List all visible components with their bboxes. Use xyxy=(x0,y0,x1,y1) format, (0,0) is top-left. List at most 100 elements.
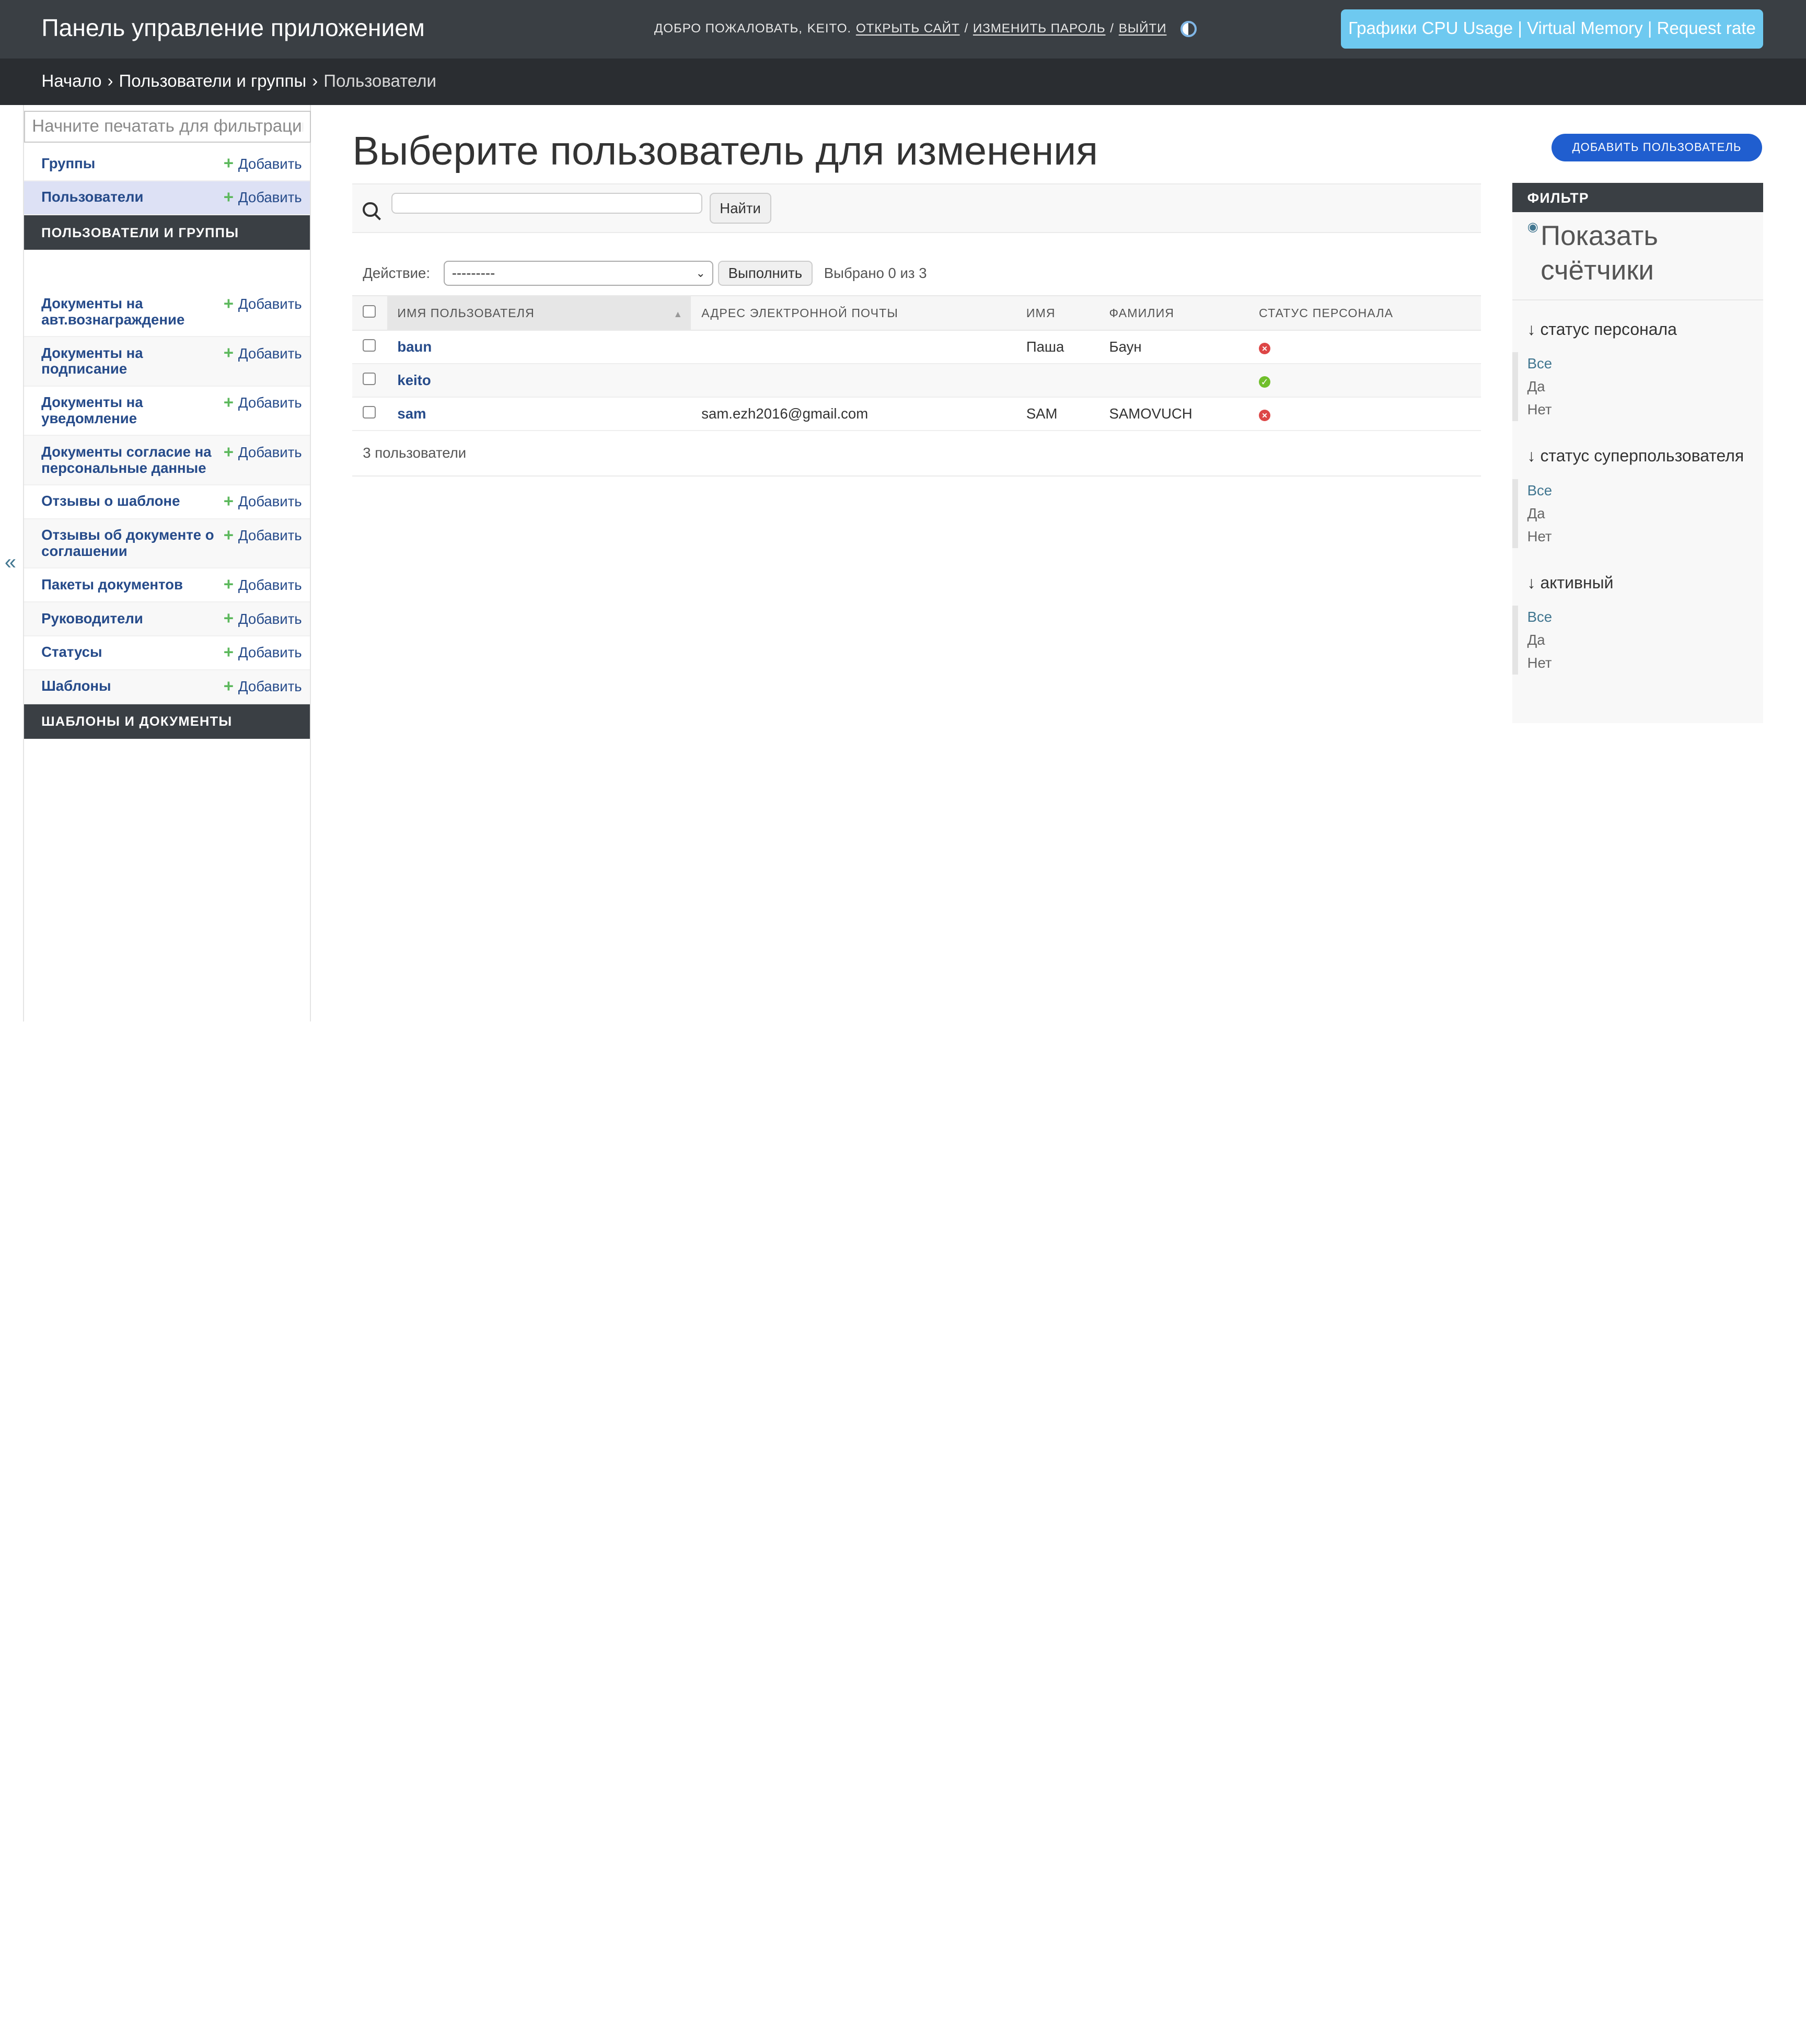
page-title: Выберите пользователь для изменения xyxy=(352,128,1098,173)
breadcrumb: Начало › Пользователи и группы › Пользов… xyxy=(0,59,1806,105)
filter-option[interactable]: Да xyxy=(1527,629,1749,652)
filter-option[interactable]: Да xyxy=(1527,375,1749,398)
sidebar-item-label[interactable]: Руководители xyxy=(41,610,143,627)
add-link[interactable]: + Добавить xyxy=(224,493,302,510)
filter-option[interactable]: Нет xyxy=(1527,652,1749,675)
plus-icon: + xyxy=(223,188,234,207)
change-password-link[interactable]: Изменить пароль xyxy=(973,21,1106,36)
username-link[interactable]: keito xyxy=(397,372,431,388)
sidebar-item-doc-packages[interactable]: Пакеты документов + Добавить xyxy=(24,568,310,603)
add-link[interactable]: + Добавить xyxy=(224,155,302,172)
column-header-staff-status[interactable]: Статус персонала xyxy=(1248,295,1481,331)
add-link[interactable]: + Добавить xyxy=(224,295,302,312)
welcome-text: Добро пожаловать, xyxy=(654,21,803,36)
add-link[interactable]: + Добавить xyxy=(223,575,302,595)
plus-icon: + xyxy=(223,575,234,595)
add-link[interactable]: + Добавить xyxy=(224,394,302,411)
arrow-down-icon: ↓ xyxy=(1527,319,1536,339)
section-caption-auth[interactable]: Пользователи и группы xyxy=(24,215,310,250)
sidebar-item-label[interactable]: Документы на подписание xyxy=(41,345,214,378)
show-counts-link[interactable]: ◉ Показать счётчики xyxy=(1512,212,1764,301)
sort-arrow-icon[interactable]: ▲ xyxy=(673,309,683,320)
row-checkbox[interactable] xyxy=(363,372,376,385)
section-caption-docs[interactable]: Шаблоны и документы xyxy=(24,704,310,739)
action-select[interactable]: --------- ⌄ xyxy=(444,260,714,286)
table-row: baun Паша Баун × xyxy=(352,330,1481,365)
column-header-first-name[interactable]: Имя xyxy=(1015,295,1099,331)
filter-option[interactable]: Все xyxy=(1527,352,1749,375)
row-checkbox[interactable] xyxy=(363,339,376,352)
first-name-cell xyxy=(1015,364,1099,398)
add-link[interactable]: + Добавить xyxy=(224,678,302,695)
sidebar-item-users[interactable]: Пользователи + Добавить xyxy=(24,181,310,215)
graphs-button[interactable]: Графики CPU Usage | Virtual Memory | Req… xyxy=(1340,9,1764,49)
theme-toggle-icon[interactable] xyxy=(1180,20,1197,37)
arrow-down-icon: ↓ xyxy=(1527,446,1536,466)
last-name-cell xyxy=(1098,364,1249,398)
run-action-button[interactable]: Выполнить xyxy=(718,260,813,286)
column-header-email[interactable]: Адрес электронной почты xyxy=(691,295,1016,331)
sidebar-collapse-button[interactable]: « xyxy=(5,551,16,574)
table-row: keito ✓ xyxy=(352,364,1481,398)
sidebar-item-templates[interactable]: Шаблоны + Добавить xyxy=(24,670,310,704)
sidebar-item-statuses[interactable]: Статусы + Добавить xyxy=(24,636,310,670)
add-link[interactable]: + Добавить xyxy=(224,644,302,661)
add-link[interactable]: + Добавить xyxy=(224,610,302,628)
no-icon: × xyxy=(1259,409,1271,421)
sidebar-item-groups[interactable]: Группы + Добавить xyxy=(24,147,310,181)
filter-option[interactable]: Нет xyxy=(1527,398,1749,421)
main-content: Выберите пользователь для изменения Найт… xyxy=(352,105,1481,477)
nav-filter-input[interactable] xyxy=(24,110,311,143)
sidebar-item-docs-consent[interactable]: Документы согласие на персональные данны… xyxy=(24,436,310,485)
sidebar-item-template-reviews[interactable]: Отзывы о шаблоне + Добавить xyxy=(24,485,310,519)
sidebar-item-managers[interactable]: Руководители + Добавить xyxy=(24,602,310,636)
result-table: Имя пользователя ▲ Адрес электронной почт… xyxy=(352,295,1481,431)
add-user-button[interactable]: Добавить пользователь xyxy=(1551,133,1763,161)
plus-icon: + xyxy=(223,492,234,512)
row-checkbox[interactable] xyxy=(363,405,376,419)
select-all-checkbox[interactable] xyxy=(363,305,376,318)
search-input[interactable] xyxy=(391,192,703,214)
sidebar-item-label[interactable]: Шаблоны xyxy=(41,678,111,694)
paginator: 3 пользователи xyxy=(352,431,1481,477)
add-link[interactable]: + Добавить xyxy=(224,443,302,461)
filter-option[interactable]: Все xyxy=(1527,606,1749,629)
add-link[interactable]: + Добавить xyxy=(224,527,302,544)
search-button[interactable]: Найти xyxy=(709,192,771,224)
sidebar-item-label[interactable]: Статусы xyxy=(41,644,102,660)
filter-group-active: ↓ активный Все Да Нет xyxy=(1512,570,1763,675)
column-header-username[interactable]: Имя пользователя ▲ xyxy=(387,295,691,331)
sidebar-item-label[interactable]: Документы согласие на персональные данны… xyxy=(41,444,214,477)
breadcrumb-home[interactable]: Начало xyxy=(41,72,101,91)
first-name-cell: Паша xyxy=(1015,330,1099,365)
sidebar-item-docs-reward[interactable]: Документы на авт.вознаграждение + Добавит… xyxy=(24,288,310,338)
breadcrumb-current: Пользователи xyxy=(323,72,436,91)
sidebar-item-agreement-reviews[interactable]: Отзывы об документе о соглашении + Добави… xyxy=(24,519,310,569)
sidebar-item-docs-notice[interactable]: Документы на уведомление + Добавить xyxy=(24,387,310,436)
sidebar-item-label[interactable]: Пользователи xyxy=(41,189,143,205)
add-link[interactable]: + Добавить xyxy=(224,189,302,206)
filter-title: активный xyxy=(1540,573,1614,592)
filter-option[interactable]: Нет xyxy=(1527,525,1749,548)
plus-icon: + xyxy=(223,343,234,363)
sidebar-item-label[interactable]: Группы xyxy=(41,155,95,172)
add-link[interactable]: + Добавить xyxy=(223,343,302,363)
view-site-link[interactable]: Открыть сайт xyxy=(856,21,960,36)
username-link[interactable]: sam xyxy=(397,405,426,422)
sidebar-item-docs-signing[interactable]: Документы на подписание + Добавить xyxy=(24,337,310,387)
sidebar-item-label[interactable]: Отзывы о шаблоне xyxy=(41,493,180,509)
logout-link[interactable]: Выйти xyxy=(1119,21,1167,36)
site-brand[interactable]: Панель управление приложением xyxy=(41,14,425,42)
column-header-last-name[interactable]: Фамилия xyxy=(1098,295,1249,331)
sidebar-item-label[interactable]: Документы на уведомление xyxy=(41,394,214,427)
chevron-down-icon: ⌄ xyxy=(696,266,705,280)
plus-icon: + xyxy=(223,677,234,696)
sidebar-item-label[interactable]: Документы на авт.вознаграждение xyxy=(41,295,214,328)
username-link[interactable]: baun xyxy=(397,339,432,355)
sidebar-item-label[interactable]: Пакеты документов xyxy=(41,576,183,593)
filter-option[interactable]: Да xyxy=(1527,502,1749,525)
arrow-down-icon: ↓ xyxy=(1527,573,1536,592)
filter-option[interactable]: Все xyxy=(1527,479,1749,502)
sidebar-item-label[interactable]: Отзывы об документе о соглашении xyxy=(41,527,214,560)
breadcrumb-app[interactable]: Пользователи и группы xyxy=(119,72,307,91)
